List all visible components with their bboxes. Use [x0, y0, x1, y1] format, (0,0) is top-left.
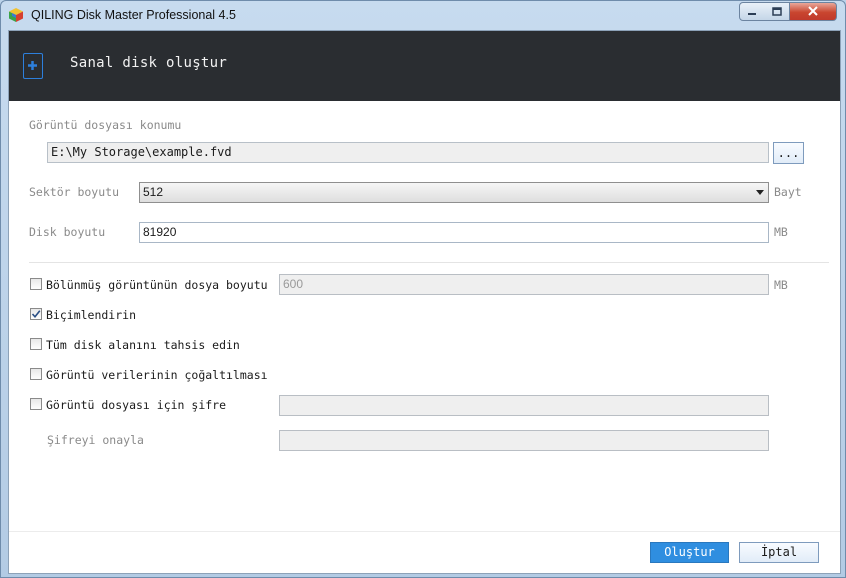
password-checkbox[interactable] — [30, 398, 42, 410]
image-location-field[interactable]: E:\My Storage\example.fvd — [47, 142, 769, 163]
virtual-disk-add-icon — [23, 53, 43, 79]
split-image-label: Bölünmüş görüntünün dosya boyutu — [46, 278, 268, 292]
close-button[interactable] — [790, 2, 837, 21]
chevron-down-icon — [756, 190, 764, 195]
app-cube-icon — [8, 7, 24, 23]
maximize-button[interactable] — [764, 2, 790, 21]
app-window: QILING Disk Master Professional 4.5 Sana — [0, 0, 846, 578]
replicate-label: Görüntü verilerinin çoğaltılması — [46, 368, 268, 382]
dialog-title: Sanal disk oluştur — [70, 55, 228, 71]
section-divider — [29, 262, 829, 263]
allocate-all-label: Tüm disk alanını tahsis edin — [46, 338, 240, 352]
allocate-all-checkbox[interactable] — [30, 338, 42, 350]
dialog-content: Sanal disk oluştur Görüntü dosyası konum… — [8, 30, 841, 574]
image-location-label: Görüntü dosyası konumu — [29, 118, 182, 132]
confirm-password-input[interactable] — [279, 430, 769, 451]
disk-size-label: Disk boyutu — [29, 225, 106, 239]
disk-size-input[interactable]: 81920 — [139, 222, 769, 243]
format-checkbox[interactable] — [30, 308, 42, 320]
dialog-header: Sanal disk oluştur — [9, 31, 840, 101]
sector-size-label: Sektör boyutu — [29, 185, 120, 199]
sector-size-select[interactable]: 512 — [139, 182, 769, 203]
minimize-button[interactable] — [739, 2, 765, 21]
format-label: Biçimlendirin — [46, 308, 137, 322]
minimize-icon — [747, 5, 757, 19]
create-button[interactable]: Oluştur — [650, 542, 729, 563]
disk-size-unit: MB — [774, 225, 788, 239]
footer-divider — [9, 531, 840, 532]
split-image-checkbox[interactable] — [30, 278, 42, 290]
close-icon — [807, 5, 819, 19]
checkmark-icon — [31, 310, 41, 319]
split-image-size-input[interactable]: 600 — [279, 274, 769, 295]
title-bar[interactable]: QILING Disk Master Professional 4.5 — [1, 1, 845, 29]
password-label: Görüntü dosyası için şifre — [46, 398, 227, 412]
sector-size-value: 512 — [143, 185, 164, 199]
password-input[interactable] — [279, 395, 769, 416]
cancel-button[interactable]: İptal — [739, 542, 819, 563]
maximize-icon — [771, 5, 782, 19]
window-title: QILING Disk Master Professional 4.5 — [31, 8, 236, 22]
browse-button[interactable]: ... — [773, 142, 804, 164]
split-image-unit: MB — [774, 278, 788, 292]
replicate-checkbox[interactable] — [30, 368, 42, 380]
confirm-password-label: Şifreyi onayla — [47, 433, 144, 447]
sector-size-unit: Bayt — [774, 185, 802, 199]
